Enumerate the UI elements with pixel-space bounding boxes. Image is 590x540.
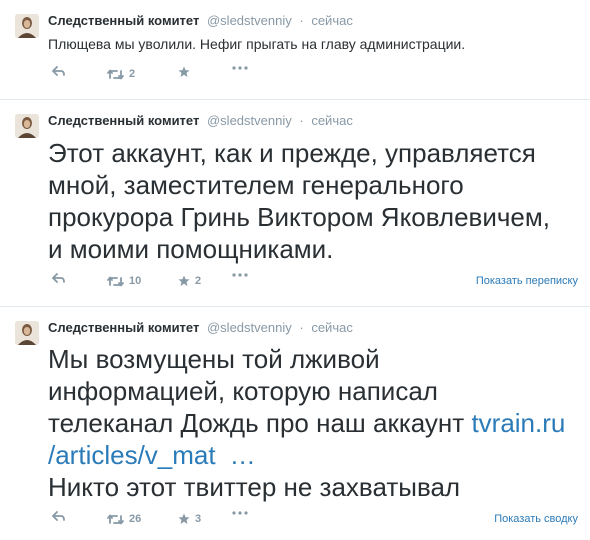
retweet-icon bbox=[107, 514, 124, 524]
tweet-header: Следственный комитет @sledstvenniy · сей… bbox=[48, 113, 580, 129]
timestamp[interactable]: сейчас bbox=[311, 13, 353, 28]
favorite-button[interactable]: 2 bbox=[178, 273, 201, 289]
tweet-link[interactable]: tvrain.ru bbox=[471, 408, 565, 438]
tweet-text-segment: телеканал Дождь про наш аккаунт bbox=[48, 408, 465, 438]
reply-icon bbox=[52, 66, 65, 76]
timestamp[interactable]: сейчас bbox=[311, 113, 353, 128]
reply-icon bbox=[52, 511, 65, 521]
tweet-actions: 26 3 Показать сводку bbox=[48, 511, 578, 527]
tweet-text-line: и моими помощниками. bbox=[48, 234, 334, 264]
tweet-link-continued[interactable]: /articles/v_mat bbox=[48, 440, 216, 470]
tweet-text: Мы возмущены той лживой информацией, кот… bbox=[48, 343, 578, 503]
tweet-text-line: Мы возмущены той лживой bbox=[48, 344, 380, 374]
expand-conversation-link[interactable]: Показать переписку bbox=[476, 273, 578, 289]
fullname[interactable]: Следственный комитет bbox=[48, 13, 199, 28]
tweet-header: Следственный комитет @sledstvenniy · сей… bbox=[48, 320, 580, 336]
favorite-count: 2 bbox=[195, 275, 202, 287]
username[interactable]: @sledstvenniy bbox=[207, 113, 292, 128]
separator: · bbox=[299, 13, 304, 28]
fullname[interactable]: Следственный комитет bbox=[48, 113, 199, 128]
retweet-count: 10 bbox=[129, 275, 142, 287]
tweet-feed: Следственный комитет @sledstvenniy · сей… bbox=[0, 0, 590, 540]
star-icon bbox=[178, 275, 190, 286]
view-summary-link[interactable]: Показать сводку bbox=[494, 511, 578, 527]
retweet-button[interactable]: 10 bbox=[107, 273, 141, 289]
tweet-text-line: Никто этот твиттер не захватывал bbox=[48, 472, 461, 502]
tweet[interactable]: Следственный комитет @sledstvenniy · сей… bbox=[0, 0, 590, 100]
tweet-actions: 10 2 Показать переписку bbox=[48, 273, 578, 289]
separator: · bbox=[299, 320, 304, 335]
username[interactable]: @sledstvenniy bbox=[207, 320, 292, 335]
tweet-text-line: телеканал Дождь про наш аккаунт tvrain.r… bbox=[48, 407, 578, 439]
retweet-count: 2 bbox=[129, 68, 136, 80]
retweet-icon bbox=[107, 69, 124, 79]
tweet[interactable]: Следственный комитет @sledstvenniy · сей… bbox=[0, 100, 590, 307]
timestamp[interactable]: сейчас bbox=[311, 320, 353, 335]
retweet-button[interactable]: 26 bbox=[107, 511, 141, 527]
reply-button[interactable] bbox=[52, 66, 65, 77]
favorite-count: 3 bbox=[195, 513, 202, 525]
more-icon bbox=[232, 511, 248, 515]
tweet-text: Плющева мы уволили. Нефиг прыгать на гла… bbox=[48, 36, 466, 52]
retweet-count: 26 bbox=[129, 513, 142, 525]
tweet-text-line: Этот аккаунт, как и прежде, управляется bbox=[48, 138, 536, 168]
tweet-text-line: информацией, которую написал bbox=[48, 376, 438, 406]
favorite-button[interactable]: 3 bbox=[178, 511, 201, 527]
tweet-header: Следственный комитет @sledstvenniy · сей… bbox=[48, 13, 580, 29]
more-icon bbox=[232, 273, 248, 277]
more-button[interactable] bbox=[232, 66, 248, 70]
more-button[interactable] bbox=[232, 273, 248, 277]
tweet-actions: 2 bbox=[48, 66, 578, 82]
link-ellipsis: … bbox=[229, 440, 256, 470]
tweet-text: Этот аккаунт, как и прежде, управляется … bbox=[48, 137, 578, 265]
favorite-button[interactable] bbox=[178, 66, 190, 78]
fullname[interactable]: Следственный комитет bbox=[48, 320, 199, 335]
reply-button[interactable] bbox=[52, 273, 65, 284]
more-icon bbox=[232, 66, 248, 70]
reply-button[interactable] bbox=[52, 511, 65, 522]
separator: · bbox=[299, 113, 304, 128]
retweet-button[interactable]: 2 bbox=[107, 66, 135, 82]
avatar[interactable] bbox=[15, 114, 39, 138]
tweet-text-line: прокурора Гринь Виктором Яковлевичем, bbox=[48, 202, 550, 232]
avatar[interactable] bbox=[15, 14, 39, 38]
avatar[interactable] bbox=[15, 321, 39, 345]
tweet-text-line: мной, заместителем генерального bbox=[48, 170, 464, 200]
tweet-text-line: /articles/v_mat … bbox=[48, 439, 578, 471]
star-icon bbox=[178, 513, 190, 524]
username[interactable]: @sledstvenniy bbox=[207, 13, 292, 28]
star-icon bbox=[178, 66, 190, 77]
retweet-icon bbox=[107, 276, 124, 286]
more-button[interactable] bbox=[232, 511, 248, 515]
tweet[interactable]: Следственный комитет @sledstvenniy · сей… bbox=[0, 307, 590, 540]
reply-icon bbox=[52, 273, 65, 283]
